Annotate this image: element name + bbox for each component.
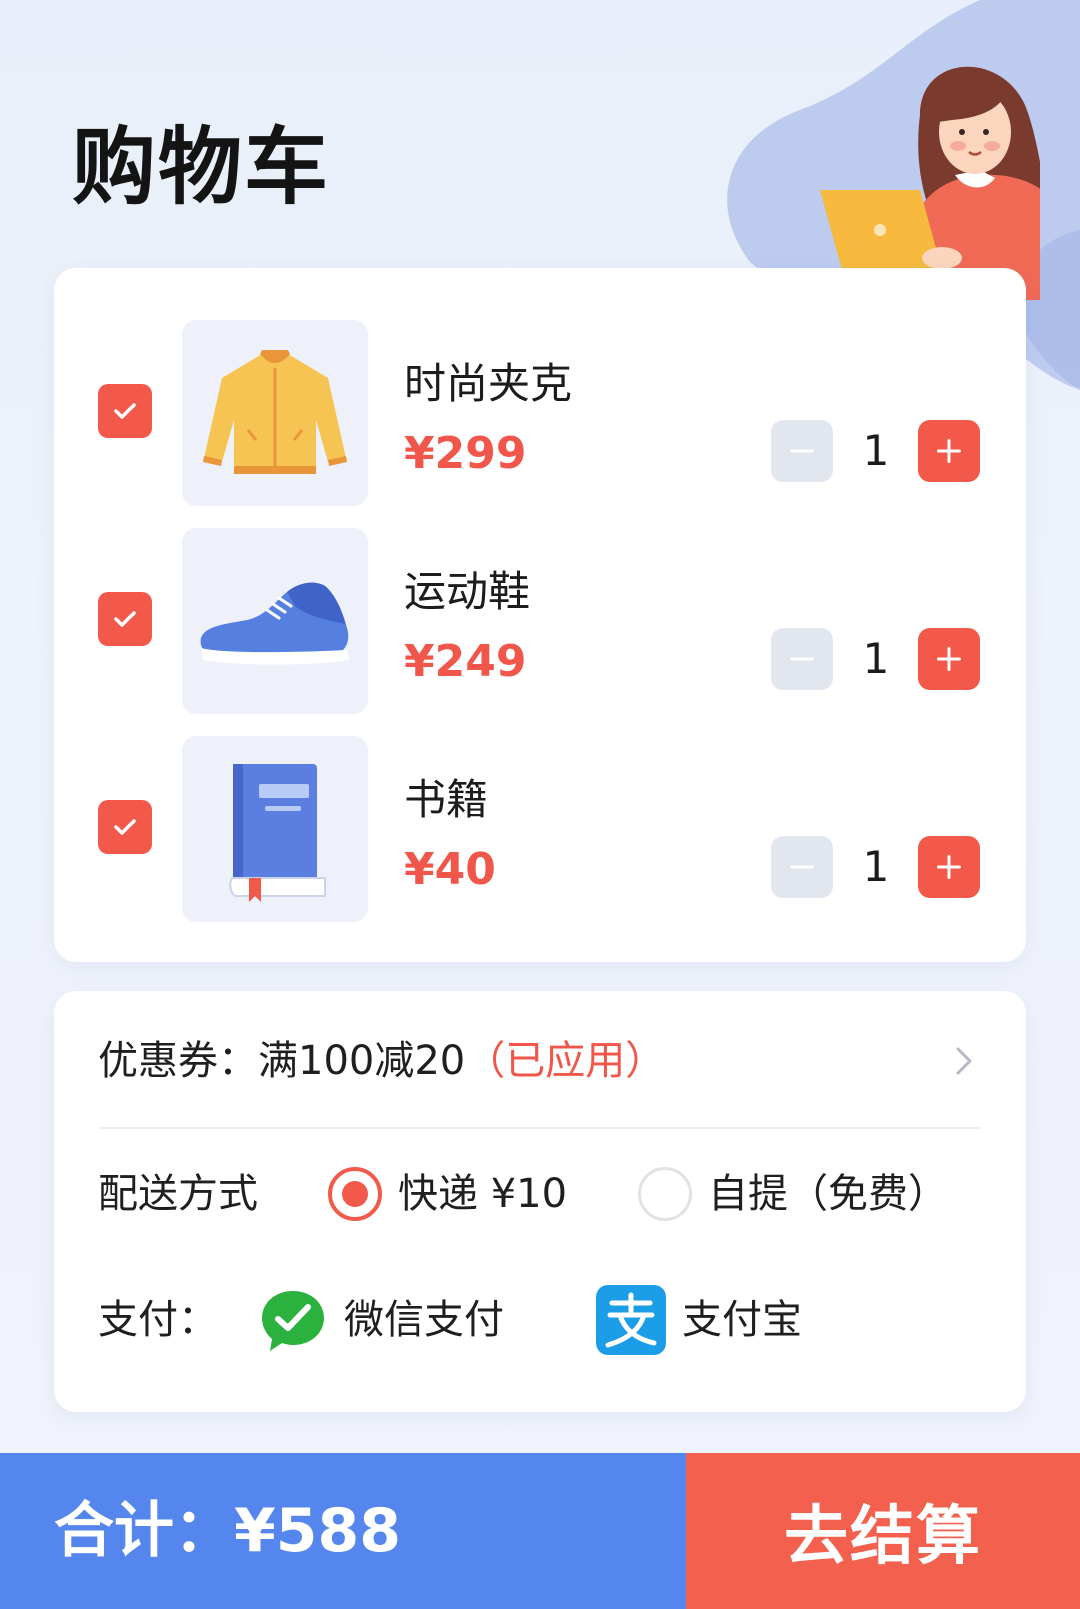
quantity-decrease-button[interactable] — [771, 628, 833, 690]
item-checkbox[interactable] — [98, 800, 152, 854]
product-image-jacket[interactable] — [182, 320, 368, 506]
delivery-express-label[interactable]: 快递 ¥10 — [398, 1161, 567, 1227]
divider — [98, 1127, 982, 1129]
woman-with-laptop-illustration — [820, 66, 1040, 300]
item-price: ¥299 — [404, 428, 527, 479]
wechat-pay-label[interactable]: 微信支付 — [344, 1285, 504, 1355]
quantity-decrease-button[interactable] — [771, 836, 833, 898]
product-image-sneakers[interactable] — [182, 528, 368, 714]
total-price: 合计：¥588 — [54, 1496, 401, 1566]
quantity-value: 1 — [862, 634, 890, 683]
item-price: ¥249 — [404, 636, 527, 687]
total-area: 合计：¥588 — [0, 1453, 686, 1609]
check-icon — [114, 403, 136, 419]
quantity-decrease-button[interactable] — [771, 420, 833, 482]
quantity-value: 1 — [862, 842, 890, 891]
jacket-image — [203, 350, 347, 474]
checkout-bar: 合计：¥588 去结算 — [0, 1453, 1080, 1609]
coupon-label: 优惠券： — [98, 1038, 258, 1084]
cart-items-card: 时尚夹克 ¥299 1 运动鞋 ¥249 1 书籍 ¥40 1 — [54, 268, 1026, 962]
item-name: 时尚夹克 — [404, 359, 573, 408]
delivery-express-radio[interactable] — [328, 1167, 382, 1221]
quantity-value: 1 — [862, 426, 890, 475]
delivery-pickup-label[interactable]: 自提（免费） — [708, 1161, 948, 1227]
quantity-increase-button[interactable] — [918, 836, 980, 898]
alipay-icon[interactable] — [596, 1285, 666, 1355]
order-options-card: 优惠券：满100减20（已应用） 配送方式 快递 ¥10 自提（免费） 支付： … — [54, 991, 1026, 1412]
coupon-value: 满100减20 — [258, 1038, 466, 1084]
chevron-right-icon — [956, 1047, 972, 1075]
plus-icon — [937, 647, 961, 671]
delivery-label: 配送方式 — [98, 1171, 258, 1217]
payment-label: 支付： — [98, 1297, 218, 1343]
book-image — [229, 764, 326, 902]
cart-item-jacket: 时尚夹克 ¥299 1 — [54, 320, 1026, 506]
plus-icon — [937, 855, 961, 879]
quantity-increase-button[interactable] — [918, 628, 980, 690]
delivery-pickup-radio[interactable] — [638, 1167, 692, 1221]
item-name: 运动鞋 — [404, 567, 531, 616]
item-name: 书籍 — [404, 775, 489, 824]
coupon-row[interactable]: 优惠券：满100减20（已应用） — [98, 1021, 982, 1101]
item-price: ¥40 — [404, 844, 496, 895]
item-checkbox[interactable] — [98, 384, 152, 438]
alipay-label[interactable]: 支付宝 — [682, 1285, 802, 1355]
checkout-button[interactable]: 去结算 — [686, 1453, 1080, 1609]
payment-row: 支付： 微信支付 支付宝 — [98, 1285, 1008, 1355]
delivery-method-row: 配送方式 快递 ¥10 自提（免费） — [98, 1161, 1008, 1227]
coupon-status: （已应用） — [465, 1038, 666, 1084]
check-icon — [114, 819, 136, 835]
cart-item-book: 书籍 ¥40 1 — [54, 736, 1026, 922]
check-icon — [114, 611, 136, 627]
product-image-book[interactable] — [182, 736, 368, 922]
cart-item-sneakers: 运动鞋 ¥249 1 — [54, 528, 1026, 714]
quantity-increase-button[interactable] — [918, 420, 980, 482]
page-title: 购物车 — [72, 118, 331, 216]
plus-icon — [937, 439, 961, 463]
minus-icon — [790, 865, 814, 869]
item-checkbox[interactable] — [98, 592, 152, 646]
wechat-pay-icon[interactable] — [258, 1285, 328, 1355]
minus-icon — [790, 657, 814, 661]
minus-icon — [790, 449, 814, 453]
sneaker-image — [200, 582, 349, 665]
